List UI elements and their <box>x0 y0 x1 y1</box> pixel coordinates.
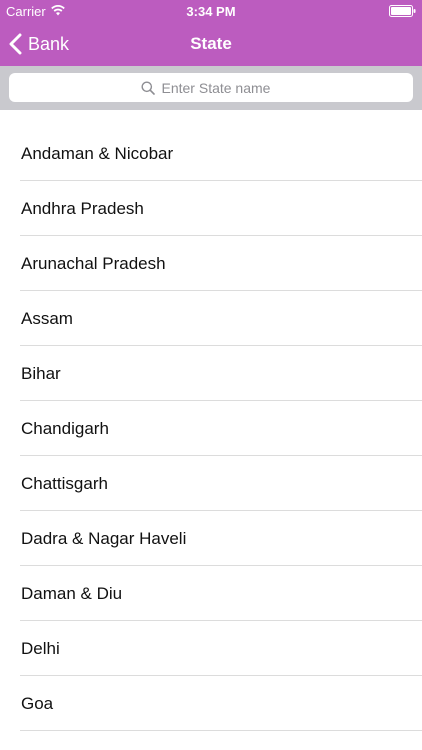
state-list: Andaman & Nicobar Andhra Pradesh Arunach… <box>0 126 422 731</box>
list-item-label: Daman & Diu <box>21 584 123 603</box>
list-item-label: Bihar <box>21 364 61 383</box>
list-item-label: Dadra & Nagar Haveli <box>21 529 187 548</box>
status-time: 3:34 PM <box>186 4 236 19</box>
list-item[interactable]: Daman & Diu <box>20 566 422 621</box>
list-item[interactable]: Assam <box>20 291 422 346</box>
list-item[interactable]: Dadra & Nagar Haveli <box>20 511 422 566</box>
list-item[interactable]: Chattisgarh <box>20 456 422 511</box>
back-button-label: Bank <box>28 33 70 54</box>
list-item-label: Chattisgarh <box>21 474 108 493</box>
list-item-label: Goa <box>21 694 54 713</box>
list-item[interactable]: Goa <box>20 676 422 731</box>
list-item[interactable]: Andhra Pradesh <box>20 181 422 236</box>
search-field[interactable] <box>9 73 413 102</box>
list-item-label: Delhi <box>21 639 60 658</box>
battery-icon <box>389 5 416 17</box>
chevron-left-icon <box>9 33 22 55</box>
list-item[interactable]: Arunachal Pradesh <box>20 236 422 291</box>
list-item-label: Chandigarh <box>21 419 109 438</box>
list-item-label: Assam <box>21 309 73 328</box>
list-item[interactable]: Chandigarh <box>20 401 422 456</box>
back-button[interactable]: Bank <box>8 22 69 66</box>
search-icon <box>141 81 155 95</box>
list-item-label: Arunachal Pradesh <box>21 254 166 273</box>
header: Carrier 3:34 PM State Bank <box>0 0 422 66</box>
list-item[interactable]: Bihar <box>20 346 422 401</box>
list-item[interactable]: Andaman & Nicobar <box>20 126 422 181</box>
search-input[interactable] <box>161 79 282 96</box>
list-item-label: Andaman & Nicobar <box>21 144 174 163</box>
list-item-label: Andhra Pradesh <box>21 199 144 218</box>
status-bar: Carrier 3:34 PM <box>0 0 422 22</box>
search-bar <box>0 66 422 110</box>
list-item[interactable]: Delhi <box>20 621 422 676</box>
navigation-bar: State Bank <box>0 22 422 66</box>
